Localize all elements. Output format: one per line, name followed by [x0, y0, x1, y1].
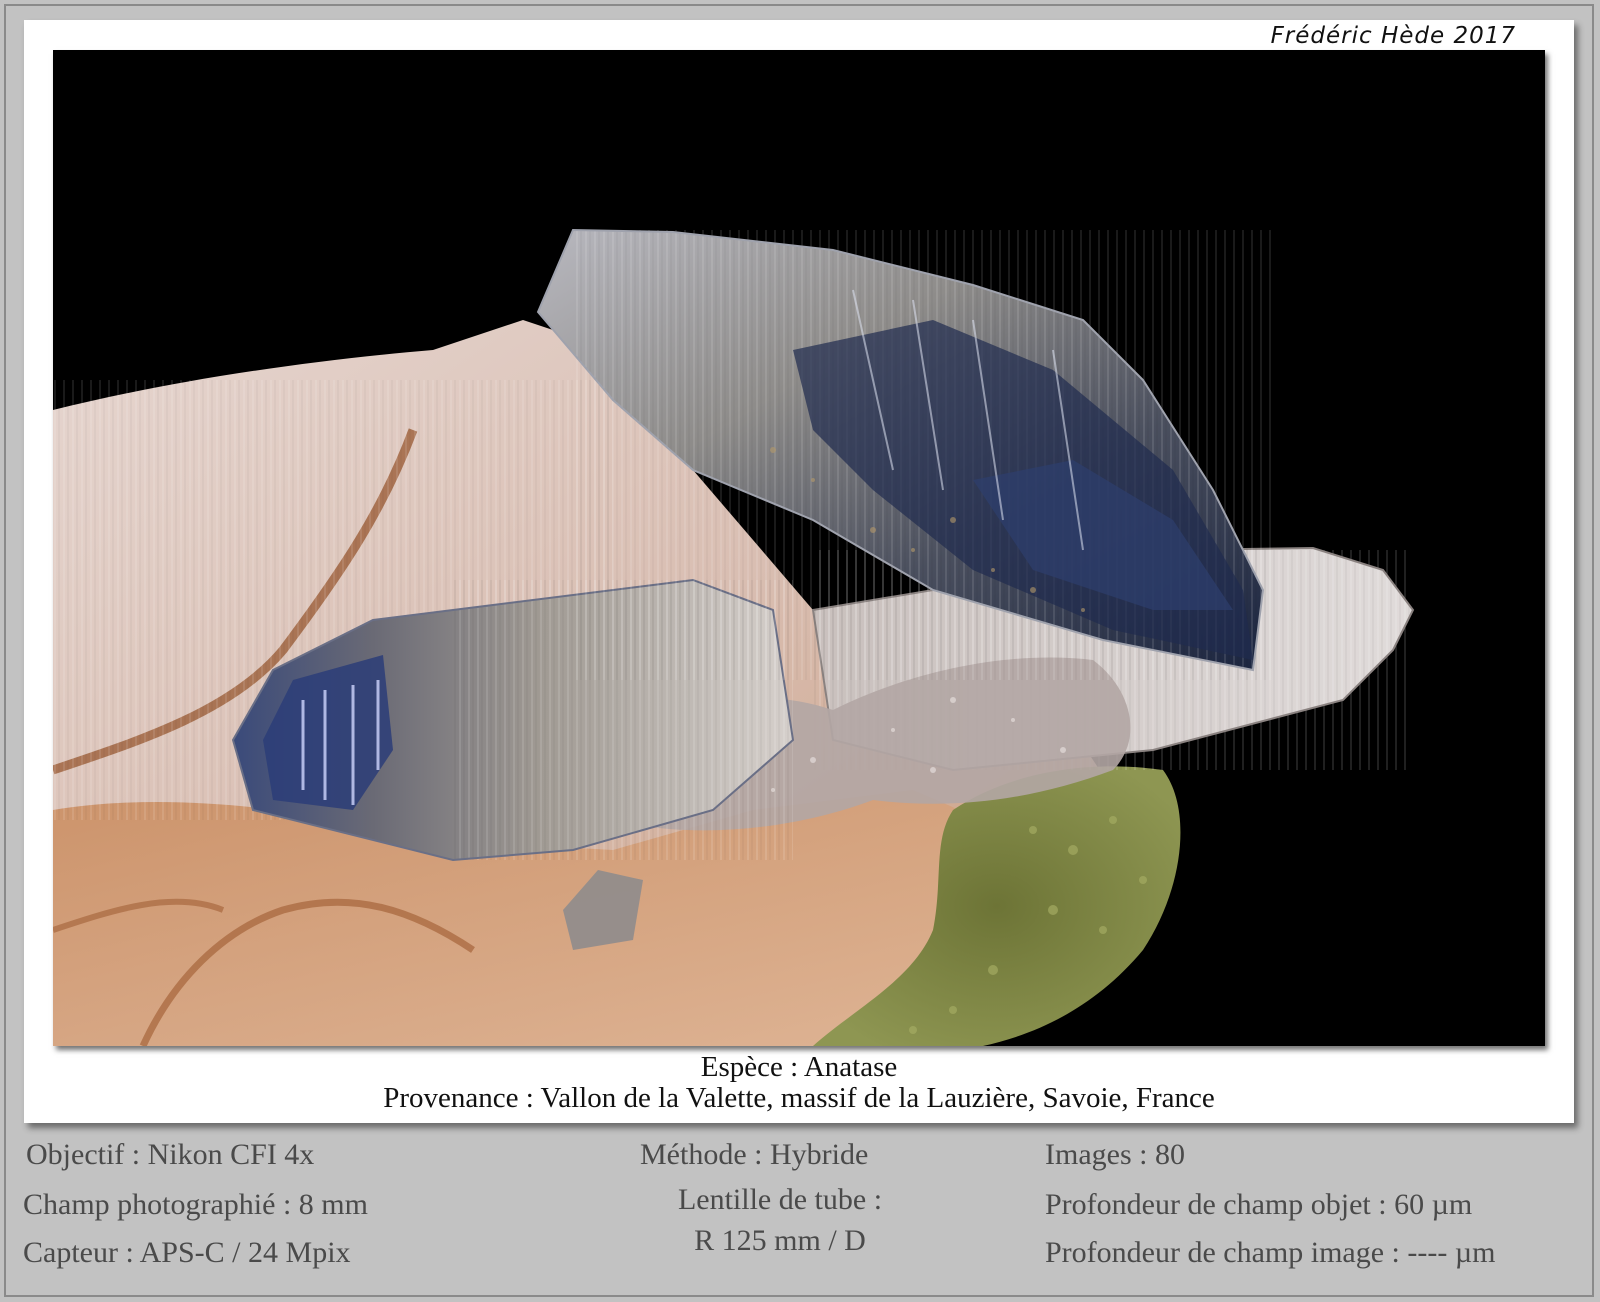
spec-images: Images : 80 — [1045, 1138, 1185, 1171]
spec-field: Champ photographié : 8 mm — [23, 1188, 368, 1221]
mineral-photo — [53, 50, 1545, 1046]
spec-dof-object: Profondeur de champ objet : 60 µm — [1045, 1188, 1473, 1221]
anatase-specimen-image — [53, 50, 1545, 1046]
photo-card: Frédéric Hède 2017 Espèce: Anatase Prov… — [24, 20, 1574, 1123]
spec-tube-lens-label: Lentille de tube : — [677, 1183, 883, 1216]
spec-sensor: Capteur : APS-C / 24 Mpix — [23, 1236, 351, 1269]
spec-tube-lens-value: R 125 mm / D — [694, 1224, 866, 1257]
spec-method: Méthode : Hybride — [640, 1138, 869, 1171]
spec-objective: Objectif : Nikon CFI 4x — [26, 1138, 315, 1171]
photographer-signature: Frédéric Hède 2017 — [1270, 23, 1516, 49]
provenance-caption: Provenance : Vallon de la Valette, massi… — [383, 1082, 1215, 1114]
species-caption: Espèce : Anatase — [700, 1051, 898, 1083]
spec-dof-image: Profondeur de champ image : ---- µm — [1045, 1236, 1496, 1269]
photo-plate: Frédéric Hède 2017 Espèce: Anatase Prov… — [0, 0, 1600, 1302]
